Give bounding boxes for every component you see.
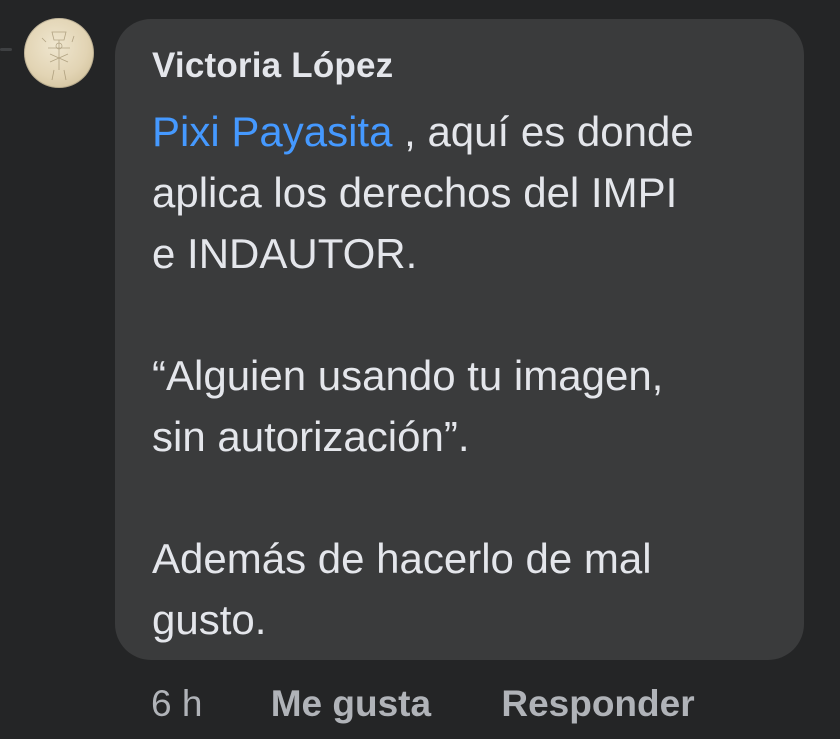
comment-line: gusto. <box>152 596 267 643</box>
comment-line: Además de hacerlo de mal <box>152 535 652 582</box>
comment-actions: 6 h Me gusta Responder <box>151 683 695 727</box>
mention-link[interactable]: Pixi Payasita <box>152 108 392 155</box>
comment-text-segment: , aquí es donde <box>392 108 694 155</box>
comment-line: Pixi Payasita , aquí es donde <box>152 101 782 162</box>
thread-connector-line <box>0 48 12 51</box>
comment-line: e INDAUTOR. <box>152 230 418 277</box>
avatar-sketch-image <box>41 31 75 81</box>
like-button[interactable]: Me gusta <box>271 683 431 725</box>
comment-line: aplica los derechos del IMPI <box>152 169 678 216</box>
reply-button[interactable]: Responder <box>501 683 694 725</box>
comment-bubble: Victoria López Pixi Payasita , aquí es d… <box>115 19 804 660</box>
comment-body: Pixi Payasita , aquí es donde aplica los… <box>152 101 782 650</box>
comment-author-name[interactable]: Victoria López <box>152 46 393 86</box>
comment-line: “Alguien usando tu imagen, <box>152 352 664 399</box>
avatar[interactable] <box>24 18 94 88</box>
comment-line: sin autorización”. <box>152 413 470 460</box>
comment-screen: Victoria López Pixi Payasita , aquí es d… <box>0 0 840 739</box>
comment-timestamp[interactable]: 6 h <box>151 683 202 725</box>
